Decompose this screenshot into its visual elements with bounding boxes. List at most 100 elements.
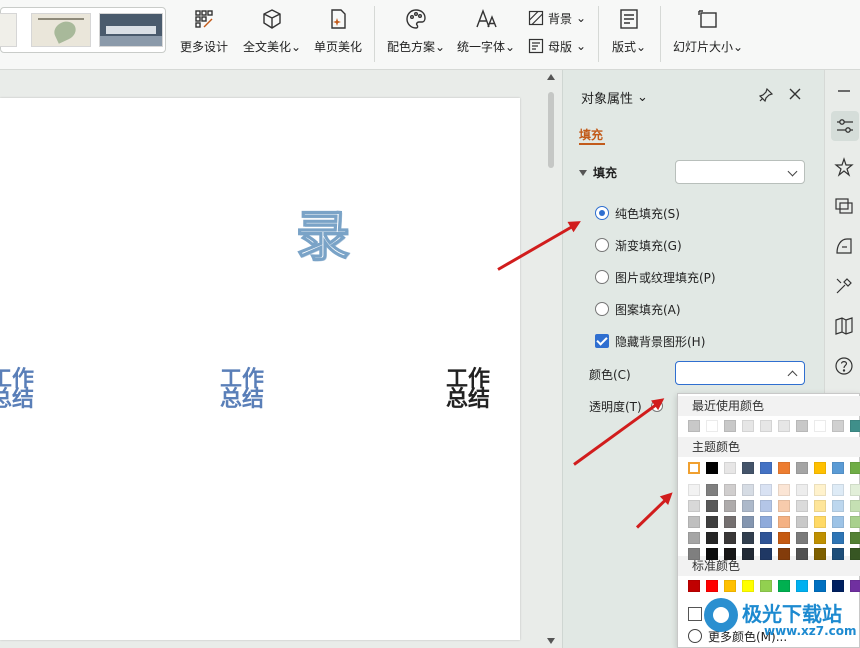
tab-fill[interactable]: 填充 xyxy=(579,126,603,143)
theme-shade-swatch[interactable] xyxy=(760,548,772,560)
theme-shade-swatch[interactable] xyxy=(814,484,826,496)
theme-shade-swatch[interactable] xyxy=(706,532,718,544)
radio[interactable] xyxy=(595,270,609,284)
standard-color-swatch[interactable] xyxy=(760,580,772,592)
recent-color-swatch[interactable] xyxy=(814,420,826,432)
master-button[interactable]: 母版 ⌄ xyxy=(528,36,586,56)
theme-shade-swatch[interactable] xyxy=(796,516,808,528)
hide-background-option[interactable]: 隐藏背景图形(H) xyxy=(595,332,705,350)
theme-shade-swatch[interactable] xyxy=(796,484,808,496)
standard-color-swatch[interactable] xyxy=(796,580,808,592)
theme-shade-swatch[interactable] xyxy=(778,500,790,512)
more-design-button[interactable]: 更多设计 xyxy=(176,0,232,66)
theme-shade-swatch[interactable] xyxy=(814,532,826,544)
theme-shade-swatch[interactable] xyxy=(742,484,754,496)
theme-shade-swatch[interactable] xyxy=(724,516,736,528)
close-icon[interactable] xyxy=(787,86,803,102)
theme-shade-swatch[interactable] xyxy=(760,500,772,512)
scroll-thumb[interactable] xyxy=(548,92,554,168)
theme-shade-swatch[interactable] xyxy=(760,484,772,496)
recent-color-swatch[interactable] xyxy=(760,420,772,432)
theme-color-swatch[interactable] xyxy=(796,462,808,474)
theme-color-swatch[interactable] xyxy=(742,462,754,474)
beautify-page-button[interactable]: 单页美化 xyxy=(310,0,366,66)
theme-shade-swatch[interactable] xyxy=(850,516,860,528)
slide[interactable]: 录 工作 总结 工作 总结 工作 总结 xyxy=(0,98,520,640)
theme-color-swatch[interactable] xyxy=(778,462,790,474)
theme-shade-swatch[interactable] xyxy=(742,548,754,560)
recent-color-swatch[interactable] xyxy=(724,420,736,432)
theme-shade-swatch[interactable] xyxy=(778,484,790,496)
theme-shade-swatch[interactable] xyxy=(724,500,736,512)
theme-shade-swatch[interactable] xyxy=(832,532,844,544)
theme-shade-swatch[interactable] xyxy=(814,500,826,512)
theme-shade-swatch[interactable] xyxy=(814,548,826,560)
recent-color-swatch[interactable] xyxy=(850,420,860,432)
theme-shade-swatch[interactable] xyxy=(832,516,844,528)
scroll-down-icon[interactable] xyxy=(547,638,555,644)
recent-color-swatch[interactable] xyxy=(742,420,754,432)
theme-shade-swatch[interactable] xyxy=(778,548,790,560)
standard-color-swatch[interactable] xyxy=(778,580,790,592)
theme-shade-swatch[interactable] xyxy=(688,484,700,496)
tools-icon[interactable] xyxy=(833,275,855,297)
theme-color-swatch[interactable] xyxy=(832,462,844,474)
color-scheme-button[interactable]: 配色方案⌄ xyxy=(384,0,448,66)
theme-shade-swatch[interactable] xyxy=(688,500,700,512)
radio[interactable] xyxy=(595,302,609,316)
standard-color-swatch[interactable] xyxy=(688,580,700,592)
properties-rail-button[interactable] xyxy=(831,111,859,141)
theme-shade-swatch[interactable] xyxy=(850,548,860,560)
theme-shade-swatch[interactable] xyxy=(760,516,772,528)
theme-shade-swatch[interactable] xyxy=(832,548,844,560)
recent-color-swatch[interactable] xyxy=(706,420,718,432)
recent-color-swatch[interactable] xyxy=(832,420,844,432)
solid-fill-option[interactable]: 纯色填充(S) xyxy=(595,204,680,222)
pattern-fill-option[interactable]: 图案填充(A) xyxy=(595,300,681,318)
template-thumbnail[interactable] xyxy=(99,13,163,47)
theme-color-swatch[interactable] xyxy=(706,462,718,474)
theme-shade-swatch[interactable] xyxy=(688,548,700,560)
template-thumbnail[interactable] xyxy=(31,13,91,47)
fill-select[interactable] xyxy=(675,160,805,184)
gradient-fill-option[interactable]: 渐变填充(G) xyxy=(595,236,682,254)
pin-icon[interactable] xyxy=(759,88,773,102)
theme-shade-swatch[interactable] xyxy=(688,516,700,528)
pane-title[interactable]: 对象属性 ⌄ xyxy=(581,88,648,107)
theme-color-swatch[interactable] xyxy=(688,462,700,474)
theme-shade-swatch[interactable] xyxy=(742,532,754,544)
theme-shade-swatch[interactable] xyxy=(688,532,700,544)
theme-shade-swatch[interactable] xyxy=(778,516,790,528)
theme-shade-swatch[interactable] xyxy=(706,516,718,528)
standard-color-swatch[interactable] xyxy=(742,580,754,592)
slide-text-item[interactable]: 工作 总结 xyxy=(0,369,34,411)
theme-shade-swatch[interactable] xyxy=(706,548,718,560)
theme-shade-swatch[interactable] xyxy=(706,484,718,496)
theme-shade-swatch[interactable] xyxy=(742,500,754,512)
theme-shade-swatch[interactable] xyxy=(796,500,808,512)
beautify-all-button[interactable]: 全文美化⌄ xyxy=(240,0,304,66)
fill-section-header[interactable]: 填充 xyxy=(579,164,617,181)
picture-fill-option[interactable]: 图片或纹理填充(P) xyxy=(595,268,716,286)
color-dropdown[interactable] xyxy=(675,361,805,385)
vertical-scrollbar[interactable] xyxy=(544,70,558,648)
theme-shade-swatch[interactable] xyxy=(850,500,860,512)
map-icon[interactable] xyxy=(833,315,855,337)
theme-shade-swatch[interactable] xyxy=(796,532,808,544)
theme-color-swatch[interactable] xyxy=(814,462,826,474)
theme-color-swatch[interactable] xyxy=(760,462,772,474)
theme-shade-swatch[interactable] xyxy=(760,532,772,544)
radio[interactable] xyxy=(595,238,609,252)
theme-shade-swatch[interactable] xyxy=(742,516,754,528)
theme-shade-swatch[interactable] xyxy=(832,484,844,496)
minimize-icon[interactable] xyxy=(833,80,855,102)
recent-color-swatch[interactable] xyxy=(688,420,700,432)
theme-shade-swatch[interactable] xyxy=(724,548,736,560)
scroll-up-icon[interactable] xyxy=(547,74,555,80)
unify-font-button[interactable]: 统一字体⌄ xyxy=(455,0,517,66)
theme-shade-swatch[interactable] xyxy=(850,484,860,496)
recent-color-swatch[interactable] xyxy=(796,420,808,432)
standard-color-swatch[interactable] xyxy=(724,580,736,592)
theme-shade-swatch[interactable] xyxy=(796,548,808,560)
standard-color-swatch[interactable] xyxy=(814,580,826,592)
